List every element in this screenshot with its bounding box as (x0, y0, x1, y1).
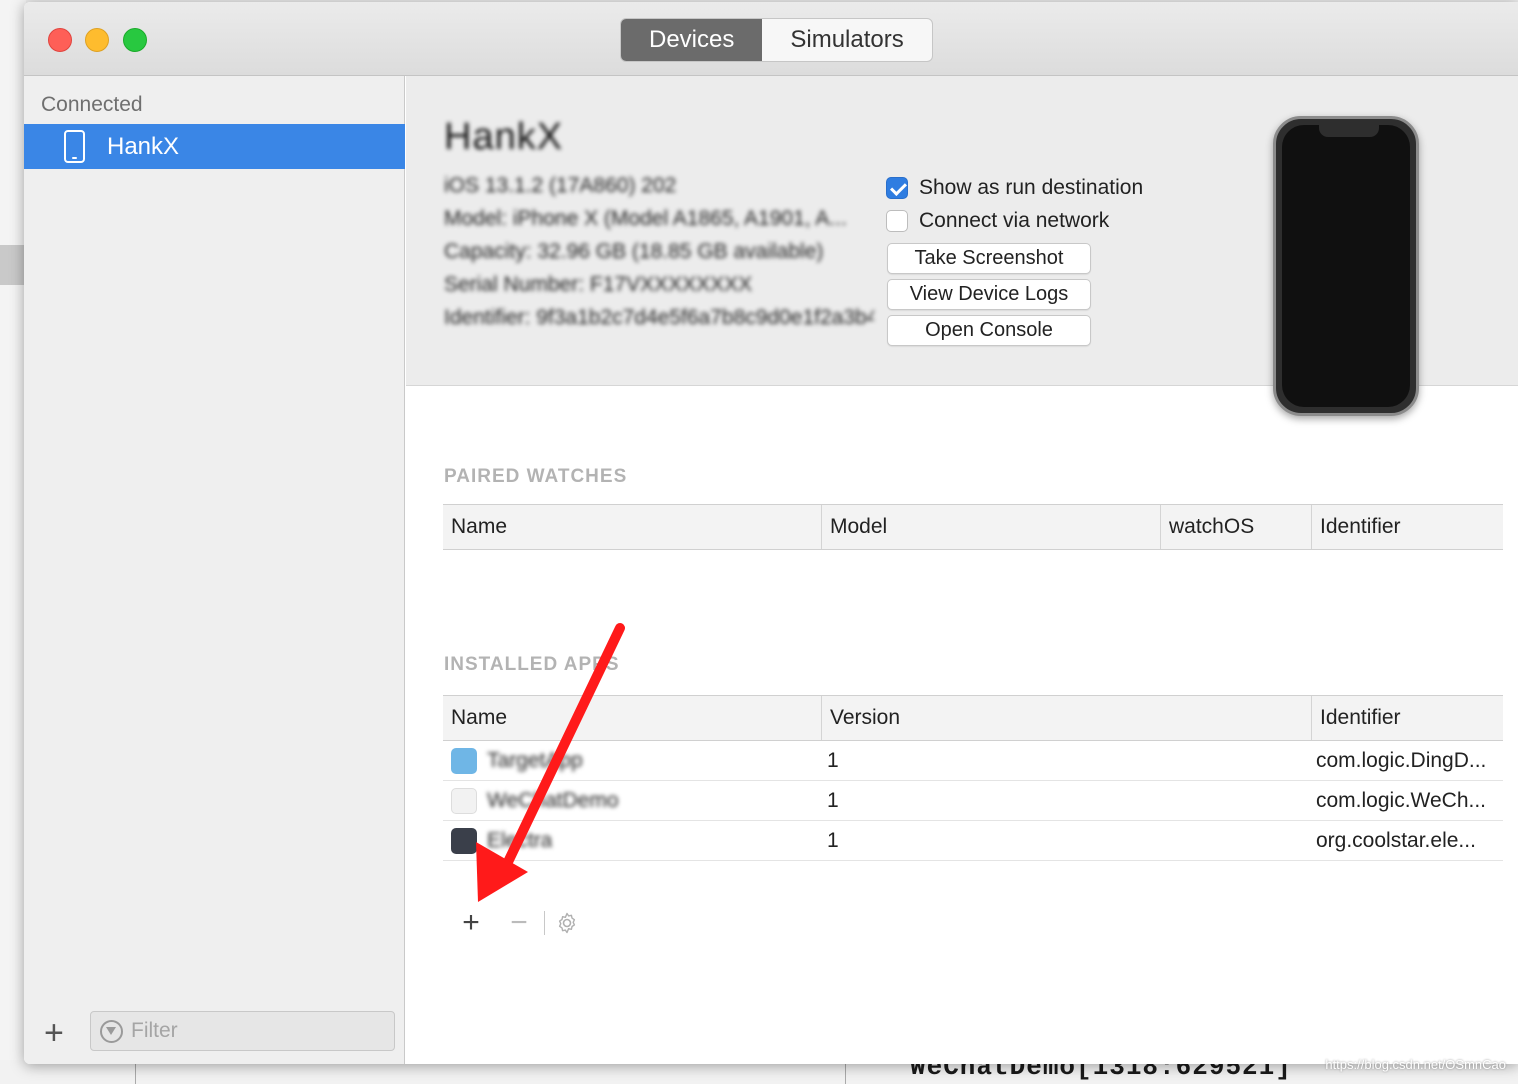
sidebar-item-label: HankX (107, 132, 180, 160)
toolbar-divider (544, 911, 545, 935)
gear-icon[interactable] (555, 911, 579, 935)
device-screen (1282, 125, 1410, 407)
zoom-window-button[interactable] (123, 28, 147, 52)
device-detail: HankX iOS 13.1.2 (17A860) 202 Model: iPh… (406, 76, 1518, 1064)
option-label: Connect via network (919, 209, 1110, 232)
device-info-serial: Serial Number: F17VXXXXXXXX (444, 273, 753, 296)
table-row[interactable]: TargetApp 1 com.logic.DingD... (443, 741, 1503, 781)
column-header-identifier[interactable]: Identifier (1311, 696, 1401, 740)
watermark: https://blog.csdn.net/OSmnCao (1325, 1057, 1506, 1072)
filter-icon (100, 1019, 123, 1043)
column-header-version[interactable]: Version (821, 696, 900, 740)
app-version: 1 (827, 789, 839, 812)
app-identifier: com.logic.DingD... (1316, 749, 1487, 772)
column-header-name[interactable]: Name (443, 696, 507, 740)
devices-window: Devices Simulators Connected HankX + Han… (24, 2, 1518, 1064)
connect-via-network-option[interactable]: Connect via network (886, 209, 1109, 233)
device-name: HankX (444, 116, 564, 158)
filter-input[interactable] (131, 1019, 371, 1043)
device-sidebar: Connected HankX + (24, 76, 405, 1064)
column-header-name[interactable]: Name (443, 505, 507, 549)
show-as-run-destination-option[interactable]: Show as run destination (886, 176, 1143, 200)
app-version: 1 (827, 749, 839, 772)
sidebar-heading-connected: Connected (41, 93, 143, 116)
table-row[interactable]: WeChatDemo 1 com.logic.WeCh... (443, 781, 1503, 821)
electra-app-icon (451, 828, 477, 854)
remove-app-button[interactable]: − (504, 906, 534, 940)
device-info-panel: HankX iOS 13.1.2 (17A860) 202 Model: iPh… (406, 76, 1518, 416)
table-header: Name Version Identifier (443, 695, 1503, 741)
blank-app-icon (451, 788, 477, 814)
installed-apps-heading: INSTALLED APPS (444, 654, 620, 675)
sidebar-item-device[interactable]: HankX (24, 124, 405, 169)
column-header-watchos[interactable]: watchOS (1160, 505, 1254, 549)
view-device-logs-button[interactable]: View Device Logs (887, 279, 1091, 310)
app-name: Electra (487, 829, 553, 852)
installed-apps-table: Name Version Identifier TargetApp 1 com.… (443, 695, 1503, 861)
device-info-ios: iOS 13.1.2 (17A860) 202 (444, 174, 677, 197)
title-bar: Devices Simulators (24, 2, 1518, 76)
take-screenshot-button[interactable]: Take Screenshot (887, 243, 1091, 274)
background-scroll-bar (0, 245, 24, 285)
connect-via-network-checkbox[interactable] (886, 210, 908, 232)
app-version: 1 (827, 829, 839, 852)
device-info-identifier: Identifier: 9f3a1b2c7d4e5f6a7b8c9d0e1f2a… (444, 306, 874, 329)
add-app-button[interactable]: + (456, 906, 486, 940)
iphone-icon (64, 130, 85, 163)
background-window-left (0, 0, 26, 1084)
device-info-capacity: Capacity: 32.96 GB (18.85 GB available) (444, 240, 824, 263)
filter-field[interactable] (90, 1011, 395, 1051)
table-row[interactable]: Electra 1 org.coolstar.ele... (443, 821, 1503, 861)
app-identifier: com.logic.WeCh... (1316, 789, 1486, 812)
sidebar-footer: + (24, 1011, 405, 1064)
app-name: TargetApp (487, 749, 583, 772)
device-image (1273, 116, 1419, 416)
option-label: Show as run destination (919, 176, 1144, 199)
background-divider (135, 1062, 136, 1084)
open-console-button[interactable]: Open Console (887, 315, 1091, 346)
app-name: WeChatDemo (487, 789, 619, 812)
penguin-app-icon (451, 748, 477, 774)
column-header-model[interactable]: Model (821, 505, 887, 549)
minimize-window-button[interactable] (85, 28, 109, 52)
devices-simulators-switcher: Devices Simulators (620, 18, 933, 62)
table-header: Name Model watchOS Identifier (443, 504, 1503, 550)
show-as-run-destination-checkbox[interactable] (886, 177, 908, 199)
background-divider (845, 1062, 846, 1084)
paired-watches-heading: PAIRED WATCHES (444, 466, 628, 487)
tab-devices[interactable]: Devices (621, 19, 763, 61)
device-info-model: Model: iPhone X (Model A1865, A1901, A..… (444, 207, 847, 230)
app-identifier: org.coolstar.ele... (1316, 829, 1476, 852)
column-header-identifier[interactable]: Identifier (1311, 505, 1401, 549)
tab-simulators[interactable]: Simulators (762, 19, 931, 61)
add-device-button[interactable]: + (44, 1013, 64, 1053)
device-notch (1319, 125, 1379, 137)
apps-toolbar: + − (456, 906, 579, 940)
paired-watches-table: Name Model watchOS Identifier (443, 504, 1503, 550)
close-window-button[interactable] (48, 28, 72, 52)
